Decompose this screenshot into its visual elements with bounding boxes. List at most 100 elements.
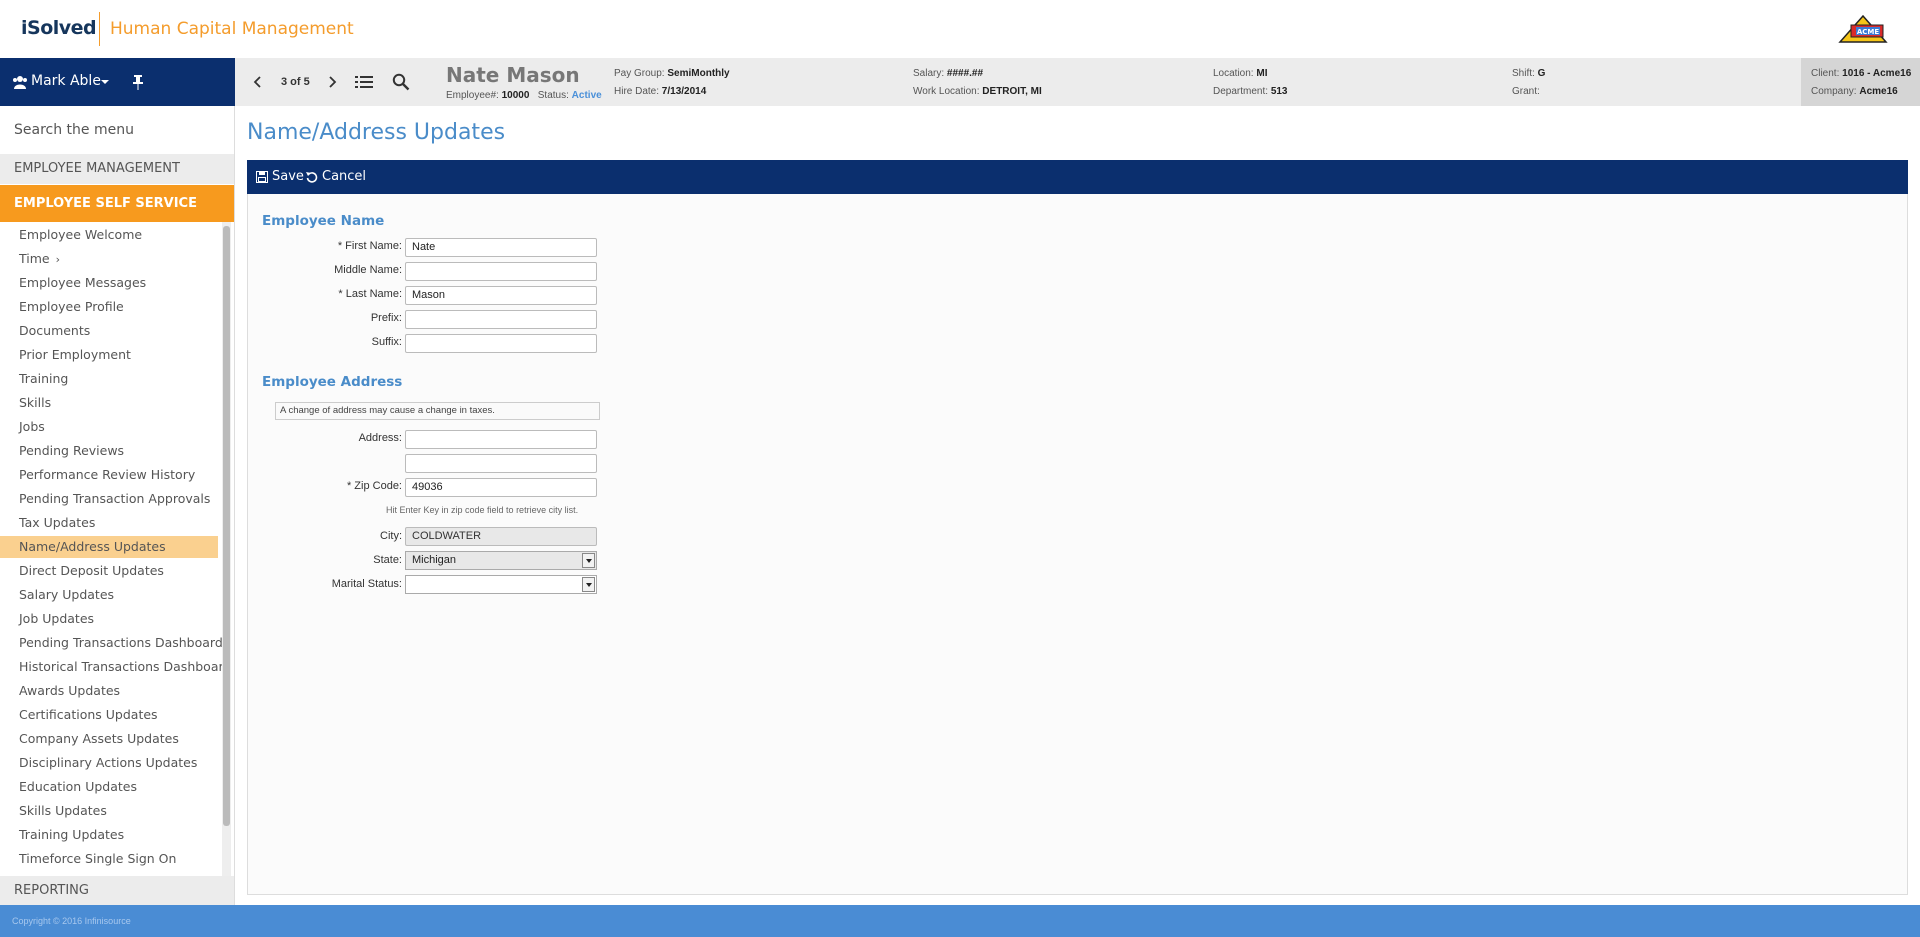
address-line1-input[interactable] [405,430,597,449]
marital-status-select[interactable] [405,575,597,594]
save-button-label: Save [272,169,304,184]
middle-name-label: Middle Name: [334,264,402,276]
section-reporting[interactable]: REPORTING [0,876,234,906]
caret-down-icon [101,80,109,84]
sidebar-item[interactable]: Salary Updates [0,584,218,606]
sidebar-item[interactable]: Training Updates [0,824,218,846]
sidebar-item[interactable]: Employee Profile [0,296,218,318]
sidebar-item[interactable]: Pending Transactions Dashboard [0,632,223,654]
prefix-input[interactable] [405,310,597,329]
salary-label: Salary: [913,68,945,79]
sidebar-item[interactable]: Tax Updates [0,512,218,534]
sidebar-item[interactable]: Employee Welcome [0,224,218,246]
required-marker: * [338,288,343,300]
dropdown-arrow-icon[interactable] [582,553,595,568]
sidebar-item-label: Documents [19,323,91,338]
middle-name-input[interactable] [405,262,597,281]
top-header: iSolved Human Capital Management ACME [0,0,1920,58]
cancel-button[interactable]: Cancel [306,169,366,184]
employee-name: Nate Mason [446,63,580,87]
sidebar-item-label: Time [19,251,50,266]
sidebar-item[interactable]: Training [0,368,218,390]
section-employee-management[interactable]: EMPLOYEE MANAGEMENT [0,154,234,184]
menu-search-input[interactable] [0,106,234,154]
client-info: Client: 1016 - Acme16 [1811,68,1911,79]
zip-code-input[interactable]: 49036 [405,478,597,497]
last-name-input[interactable]: Mason [405,286,597,305]
sidebar-item-label: Employee Messages [19,275,147,290]
copyright-text: Copyright © 2016 Infinisource [12,916,131,926]
list-icon[interactable] [355,74,373,90]
salary-value: ####.## [946,68,984,79]
sidebar-scrollbar-thumb[interactable] [223,226,230,826]
sidebar: EMPLOYEE MANAGEMENT EMPLOYEE SELF SERVIC… [0,106,235,906]
state-select[interactable]: Michigan [405,551,597,570]
sidebar-item[interactable]: Time › [0,248,218,270]
sidebar-item-label: Pending Transaction Approvals [19,491,211,506]
company-logo-icon: ACME [1838,14,1888,43]
sidebar-item-label: Skills [19,395,52,410]
sidebar-item[interactable]: Timeforce Single Sign On [0,848,218,870]
sidebar-item[interactable]: Pending Transaction Approvals [0,488,218,510]
sidebar-item[interactable]: Company Assets Updates [0,728,218,750]
sidebar-item[interactable]: Historical Transactions Dashboard [0,656,231,678]
suffix-label: Suffix: [371,336,402,348]
grant-label: Grant: [1512,86,1540,97]
employee-address-section-title: Employee Address [262,374,403,390]
sidebar-item[interactable]: Job Updates [0,608,218,630]
sidebar-item-label: Company Assets Updates [19,731,179,746]
hire-date-label: Hire Date: [614,86,660,97]
page-title: Name/Address Updates [247,120,506,145]
users-icon [13,76,27,89]
sidebar-item[interactable]: Disciplinary Actions Updates [0,752,218,774]
save-button[interactable]: Save [256,169,304,184]
sidebar-item[interactable]: Documents [0,320,218,342]
sidebar-item[interactable]: Performance Review History [0,464,218,486]
address-line2-input[interactable] [405,454,597,473]
company-label: Company: [1811,86,1857,97]
shift-value: G [1537,68,1546,79]
section-employee-self-service[interactable]: EMPLOYEE SELF SERVICE [0,185,234,222]
sidebar-item[interactable]: Name/Address Updates [0,536,218,558]
sidebar-item[interactable]: Employee Messages [0,272,218,294]
chevron-left-icon[interactable] [253,74,263,90]
suffix-input[interactable] [405,334,597,353]
isolved-logo[interactable]: iSolved [21,17,97,39]
sidebar-item[interactable]: Prior Employment [0,344,218,366]
pin-icon[interactable] [132,74,144,90]
sidebar-item[interactable]: Direct Deposit Updates [0,560,218,582]
undo-icon [306,171,318,183]
sidebar-item[interactable]: Skills [0,392,218,414]
sidebar-item[interactable]: Education Updates [0,776,218,798]
sidebar-item-label: Skills Updates [19,803,107,818]
status-badge: Active [571,90,602,101]
shift-info: Shift: G [1512,68,1545,79]
sidebar-item-label: Jobs [19,419,45,434]
zip-code-help-text: Hit Enter Key in zip code field to retri… [386,505,579,515]
sidebar-item-label: Historical Transactions Dashboard [19,659,232,674]
user-name: Mark Able [31,73,101,89]
city-field: COLDWATER [405,527,597,546]
sidebar-item[interactable]: Pending Reviews [0,440,218,462]
search-icon[interactable] [392,73,410,91]
logo-divider [99,12,100,46]
location-value: MI [1256,68,1268,79]
sidebar-item-label: Pending Reviews [19,443,125,458]
first-name-input[interactable]: Nate [405,238,597,257]
user-menu[interactable]: Mark Able [0,58,235,106]
app-title: Human Capital Management [110,19,354,39]
sidebar-item[interactable]: Jobs [0,416,218,438]
chevron-right-icon[interactable] [327,74,337,90]
sidebar-item[interactable]: Awards Updates [0,680,218,702]
city-label: City: [380,530,402,542]
sidebar-item-label: Employee Welcome [19,227,143,242]
last-name-label: * Last Name: [262,288,402,300]
sidebar-item[interactable]: Skills Updates [0,800,218,822]
dropdown-arrow-icon[interactable] [582,577,595,592]
address-label: Address: [358,432,402,444]
sidebar-item-label: Name/Address Updates [19,539,166,554]
client-value: 1016 - Acme16 [1842,68,1912,79]
sidebar-item[interactable]: Certifications Updates [0,704,218,726]
menu-list: Employee Welcome Time › Employee Messages Em… [0,222,231,882]
required-marker: * [346,480,352,492]
